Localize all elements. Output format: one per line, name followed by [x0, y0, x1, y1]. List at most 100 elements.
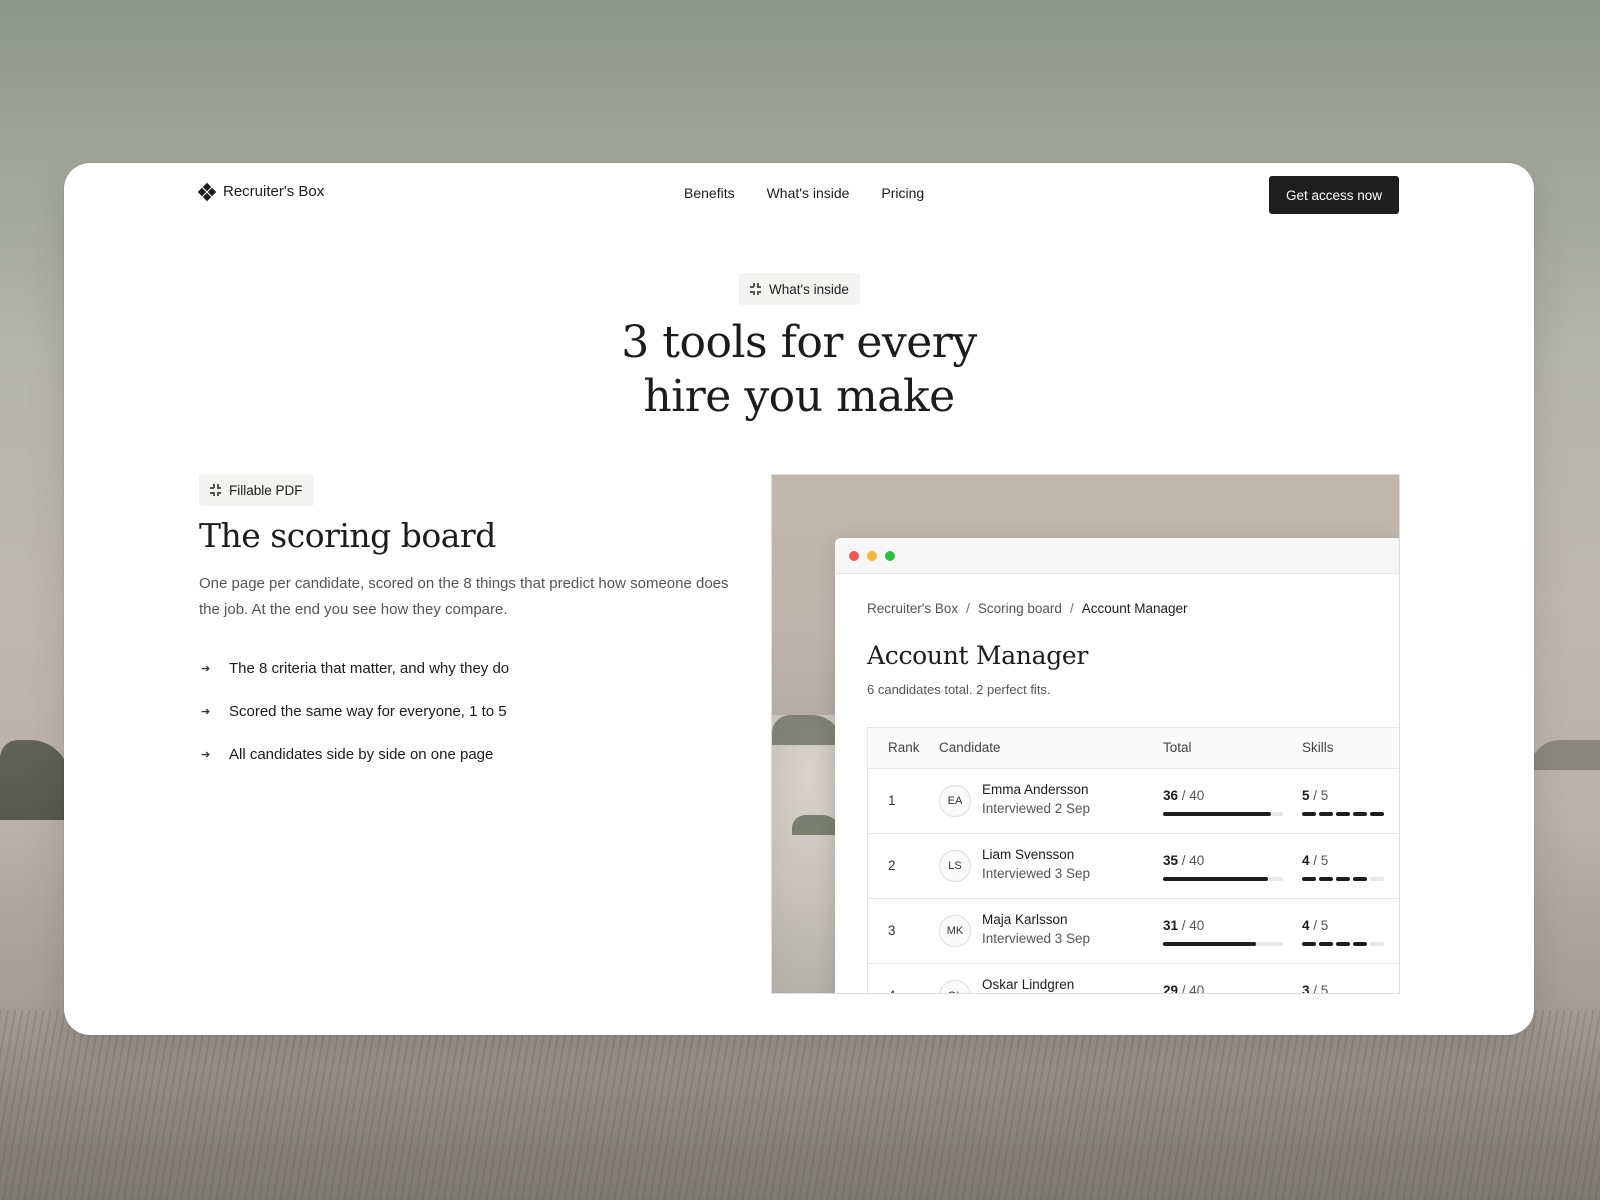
total-value: 35 [1163, 853, 1179, 868]
skill-segment [1370, 877, 1384, 881]
rank-cell: 1 [888, 793, 896, 808]
candidate-name[interactable]: Maja Karlsson [982, 912, 1068, 927]
skills-segments [1302, 877, 1384, 881]
bullet-text: Scored the same way for everyone, 1 to 5 [229, 703, 507, 720]
total-progress-bar [1163, 942, 1283, 946]
diamond-cluster-icon [197, 182, 217, 201]
arrow-right-icon: ➔ [201, 663, 211, 675]
skill-segment [1302, 812, 1316, 816]
interview-date: Interviewed 3 Sep [982, 866, 1091, 881]
skill-segment [1336, 877, 1350, 881]
interview-date: Interviewed 3 Sep [982, 931, 1091, 946]
arrow-right-icon: ➔ [201, 749, 211, 761]
breadcrumb-separator: / [1069, 601, 1074, 616]
total-max: / 40 [1181, 853, 1205, 868]
table-row[interactable]: 4 OL Oskar Lindgren 29 / 40 3 / 5 [868, 964, 1399, 994]
column-skills[interactable]: Skills [1302, 740, 1334, 755]
nav-link-pricing[interactable]: Pricing [881, 185, 924, 201]
total-value: 29 [1163, 983, 1179, 994]
feature-description: One page per candidate, scored on the 8 … [199, 575, 729, 618]
collapse-arrows-icon [210, 484, 222, 496]
fillable-pdf-tag-label: Fillable PDF [229, 482, 303, 498]
avatar: OL [939, 980, 971, 993]
whats-inside-tag-label: What's inside [769, 281, 849, 297]
hero-title-line2: hire you make [643, 371, 955, 422]
breadcrumb-separator: / [966, 601, 970, 616]
collapse-arrows-icon [750, 283, 762, 295]
avatar: LS [939, 850, 971, 882]
total-score: 36 / 40 [1163, 788, 1204, 803]
whats-inside-tag: What's inside [739, 273, 860, 305]
fillable-pdf-tag: Fillable PDF [199, 474, 314, 506]
total-max: / 40 [1181, 983, 1205, 994]
candidate-name[interactable]: Liam Svensson [982, 847, 1074, 862]
breadcrumb-item-scoring-board[interactable]: Scoring board [978, 601, 1062, 616]
product-preview: Recruiter's Box / Scoring board / Accoun… [771, 474, 1400, 994]
breadcrumb: Recruiter's Box / Scoring board / Accoun… [867, 601, 1188, 616]
nav-links: Benefits What's inside Pricing [684, 185, 924, 201]
skill-segment [1302, 877, 1316, 881]
table-header: Rank Candidate Total Skills [868, 728, 1399, 769]
feature-bullets: ➔ The 8 criteria that matter, and why the… [201, 647, 509, 776]
skills-max: / 5 [1313, 788, 1329, 803]
background-trees [0, 740, 70, 820]
column-candidate[interactable]: Candidate [939, 740, 1001, 755]
table-row[interactable]: 3 MK Maja Karlsson Interviewed 3 Sep 31 / 40… [868, 899, 1399, 964]
column-total[interactable]: Total [1163, 740, 1192, 755]
top-nav: Recruiter's Box Benefits What's inside P… [64, 163, 1534, 227]
total-progress-fill [1163, 942, 1256, 946]
maximize-dot-icon[interactable] [885, 551, 895, 561]
candidate-name[interactable]: Emma Andersson [982, 782, 1089, 797]
skill-segment [1319, 812, 1333, 816]
skill-segment [1353, 812, 1367, 816]
skills-segments [1302, 812, 1384, 816]
brand-logo[interactable]: Recruiter's Box [197, 182, 324, 201]
skills-value: 3 [1302, 983, 1310, 994]
close-dot-icon[interactable] [849, 551, 859, 561]
interview-date: Interviewed 2 Sep [982, 801, 1091, 816]
column-rank[interactable]: Rank [888, 740, 920, 755]
hero-title: 3 tools for every hire you make [64, 316, 1534, 424]
nav-link-whats-inside[interactable]: What's inside [767, 185, 850, 201]
skills-value: 4 [1302, 853, 1310, 868]
skills-score: 3 / 5 [1302, 983, 1329, 994]
minimize-dot-icon[interactable] [867, 551, 877, 561]
table-row[interactable]: 2 LS Liam Svensson Interviewed 3 Sep 35 / 40… [868, 834, 1399, 899]
feature-title: The scoring board [199, 516, 496, 555]
skills-value: 4 [1302, 918, 1310, 933]
rank-cell: 3 [888, 923, 896, 938]
total-max: / 40 [1181, 918, 1205, 933]
candidates-table: Rank Candidate Total Skills 1 EA Emma Ande… [867, 727, 1399, 994]
total-progress-fill [1163, 877, 1268, 881]
candidate-name[interactable]: Oskar Lindgren [982, 977, 1074, 992]
skills-score: 4 / 5 [1302, 918, 1328, 933]
breadcrumb-item-home[interactable]: Recruiter's Box [867, 601, 958, 616]
skills-max: / 5 [1313, 853, 1329, 868]
rank-cell: 2 [888, 858, 896, 873]
skills-max: / 5 [1313, 983, 1329, 994]
board-subtitle: 6 candidates total. 2 perfect fits. [867, 682, 1051, 697]
total-progress-fill [1163, 812, 1271, 816]
arrow-right-icon: ➔ [201, 706, 211, 718]
table-row[interactable]: 1 EA Emma Andersson Interviewed 2 Sep 36 / 4… [868, 769, 1399, 834]
nav-link-benefits[interactable]: Benefits [684, 185, 735, 201]
app-window: Recruiter's Box / Scoring board / Accoun… [835, 538, 1399, 994]
skills-score: 4 / 5 [1302, 853, 1328, 868]
total-value: 31 [1163, 918, 1179, 933]
total-value: 36 [1163, 788, 1179, 803]
rank-cell: 4 [888, 988, 896, 993]
get-access-button[interactable]: Get access now [1269, 176, 1399, 214]
total-score: 29 / 40 [1163, 983, 1205, 994]
total-max: / 40 [1181, 788, 1205, 803]
bullet-text: The 8 criteria that matter, and why they… [229, 660, 510, 677]
list-item: ➔ All candidates side by side on one page [201, 733, 509, 776]
skill-segment [1370, 812, 1384, 816]
skills-score: 5 / 5 [1302, 788, 1328, 803]
background-hill [1530, 740, 1600, 770]
skills-max: / 5 [1313, 918, 1329, 933]
bullet-text: All candidates side by side on one page [229, 746, 494, 763]
skill-segment [1353, 877, 1367, 881]
hero-title-line1: 3 tools for every [621, 317, 977, 368]
window-titlebar [835, 538, 1399, 574]
table-body: 1 EA Emma Andersson Interviewed 2 Sep 36 / 4… [868, 769, 1399, 994]
